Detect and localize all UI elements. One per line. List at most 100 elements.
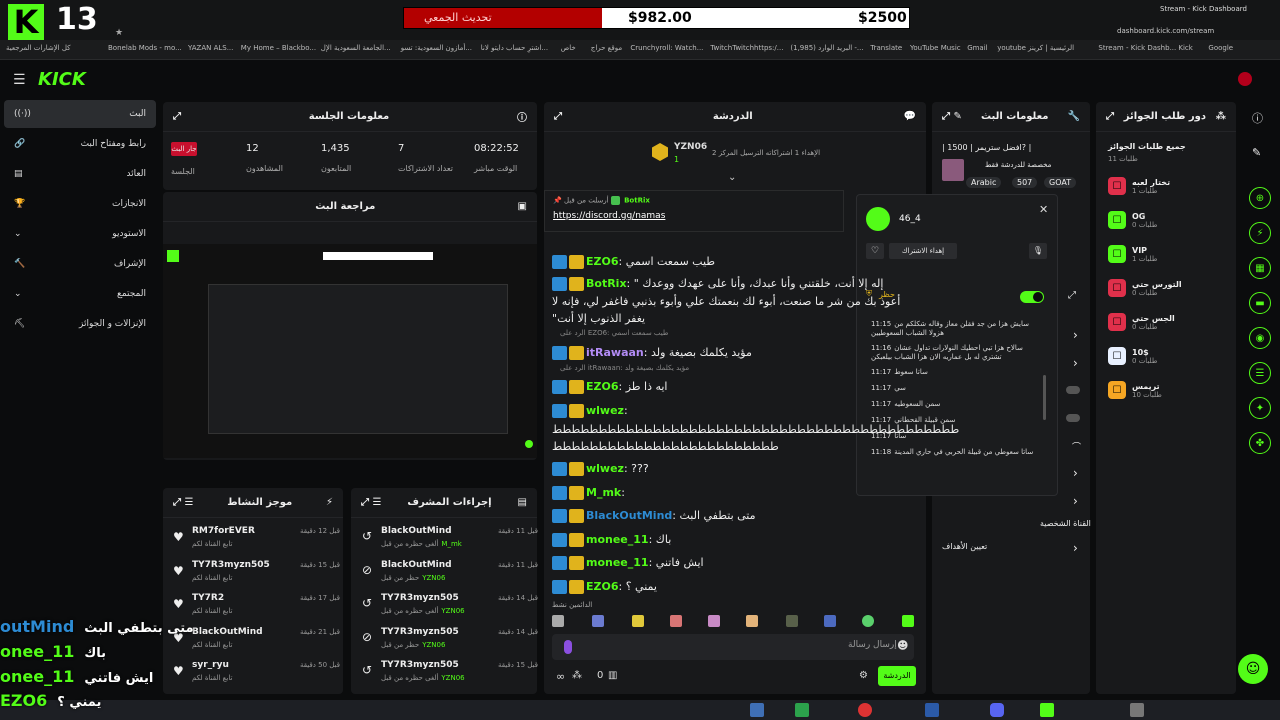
bookmark[interactable]: youtube — [997, 44, 1026, 52]
expand-icon[interactable]: ⤢ — [1106, 111, 1114, 122]
send-button[interactable]: الدردشة — [878, 666, 916, 686]
chatter-avatar[interactable] — [708, 615, 720, 627]
chevron-right-icon[interactable]: › — [1073, 541, 1078, 555]
discord-icon[interactable] — [990, 703, 1004, 717]
chat-message[interactable]: EZO6: يمني ؟ — [552, 580, 657, 594]
chat-username[interactable]: BotRix — [586, 277, 627, 290]
wrench-icon[interactable]: ✦ — [1249, 397, 1271, 419]
mute-icon[interactable]: 🎙 — [1029, 243, 1047, 259]
sub-user[interactable]: YZN06 — [674, 142, 707, 152]
stream-tag[interactable]: GOAT — [1044, 177, 1077, 188]
bookmark[interactable]: Google — [1208, 44, 1233, 52]
preview-icon[interactable]: ▣ — [518, 201, 527, 212]
activity-name[interactable]: RM7forEVER — [192, 526, 255, 536]
bookmark[interactable]: Stream - Kick Dashb... — [1098, 44, 1176, 52]
mod-target[interactable]: TY7R3myzn505 — [381, 627, 459, 637]
infinity-icon[interactable]: ∞ — [556, 670, 565, 683]
info-icon[interactable]: ⓘ — [1252, 110, 1263, 126]
mod-actor[interactable]: YZN06 — [441, 674, 464, 682]
chat-username[interactable]: itRawaan — [586, 346, 644, 359]
pencil-icon[interactable]: ✎ — [1252, 146, 1261, 159]
sidebar-item-5[interactable]: 🔨 الإشراف — [4, 250, 156, 278]
reward-item[interactable]: ☐ VIP 1 طلبات — [1108, 245, 1157, 263]
chat-message[interactable]: monee_11: ايش فاتني — [552, 556, 704, 570]
bookmark[interactable]: Translate — [870, 44, 902, 52]
chevron-right-icon[interactable]: › — [1073, 466, 1078, 480]
bookmark[interactable]: موقع حراج — [591, 44, 622, 52]
bookmark[interactable]: الرئيسية | كرينز — [1028, 44, 1074, 52]
bookmark[interactable]: الجامعة السعودية الإل... — [321, 44, 391, 52]
bookmark[interactable]: خاص — [561, 44, 576, 52]
app-icon[interactable] — [1040, 703, 1054, 717]
expand-icon[interactable]: ⤢ ✎ — [942, 111, 962, 122]
mod-target[interactable]: TY7R3myzn505 — [381, 593, 459, 603]
ban-toggle[interactable] — [1020, 291, 1044, 303]
app-icon[interactable] — [858, 703, 872, 717]
mod-target[interactable]: BlackOutMind — [381, 560, 452, 570]
reward-item[interactable]: ☐ التورس حتي 0 طلبات — [1108, 279, 1182, 297]
stream-preview[interactable] — [163, 244, 537, 458]
chat-username[interactable]: wlwez — [586, 462, 624, 475]
store-icon[interactable]: ▥ — [608, 670, 617, 681]
sidebar-item-7[interactable]: ⛏ الإنزالات و الجوائز — [4, 310, 156, 338]
help-icon[interactable]: ☺ — [1238, 654, 1268, 684]
stream-tag[interactable]: Arabic — [966, 177, 1002, 188]
mic-icon[interactable] — [564, 640, 572, 654]
sidebar-item-3[interactable]: 🏆 الانجازات — [4, 190, 156, 218]
mod-actor[interactable]: YZN06 — [422, 574, 445, 582]
chevron-right-icon[interactable]: › — [1073, 328, 1078, 342]
pinned-user[interactable]: BotRix — [624, 197, 650, 205]
chat-username[interactable]: M_mk — [586, 486, 621, 499]
gear-icon[interactable]: ⚙ — [859, 670, 868, 681]
emoji-icon[interactable]: ☻ — [897, 639, 908, 652]
reward-item[interactable]: ☐ الجس حتي 0 طلبات — [1108, 313, 1175, 331]
chat-username[interactable]: wlwez — [586, 404, 624, 417]
stream-tag[interactable]: 507 — [1012, 177, 1038, 188]
mod-actor[interactable]: M_mk — [441, 540, 461, 548]
sidebar-item-6[interactable]: ⌄ المجتمع — [4, 280, 156, 308]
chat-username[interactable]: EZO6 — [586, 380, 619, 393]
reward-item[interactable]: ☐ تريمس 10 طلبات — [1108, 381, 1162, 399]
heart-icon[interactable]: ♡ — [866, 243, 884, 259]
chat-input[interactable]: إرسال رسالة ☻ — [552, 634, 914, 660]
expand-icon[interactable]: ⤢ — [554, 111, 562, 122]
sidebar-item-2[interactable]: ▤ العائد — [4, 160, 156, 188]
chat-message[interactable]: wlwez: — [552, 404, 628, 418]
pinned-message[interactable]: 📌 أرسلت من قبل BotRix https://discord.gg… — [544, 190, 844, 232]
chat-icon[interactable]: ▬ — [1249, 292, 1271, 314]
activity-name[interactable]: TY7R2 — [192, 593, 224, 603]
bookmark[interactable]: Kick — [1178, 44, 1192, 52]
chat-message[interactable]: ططططططططططططططططططططططططط — [552, 440, 779, 453]
mod-actor[interactable]: YZN06 — [441, 607, 464, 615]
mod-target[interactable]: BlackOutMind — [381, 526, 452, 536]
info-icon[interactable]: ⓘ — [517, 109, 527, 124]
chat-message[interactable]: BlackOutMind: متى بتطفي البث — [552, 509, 756, 523]
bookmark[interactable]: (1,985) البريد الوارد -... — [790, 44, 863, 52]
chart-icon[interactable]: ⌒ — [1072, 440, 1081, 453]
chat-username[interactable]: EZO6 — [586, 255, 619, 268]
close-icon[interactable]: ✕ — [1039, 203, 1048, 216]
chevron-down-icon[interactable]: ⌄ — [728, 172, 736, 183]
chat-message[interactable]: EZO6: طيب سمعت اسمي — [552, 255, 715, 269]
expand-icon[interactable]: ⤢ — [173, 111, 181, 122]
chat-username[interactable]: monee_11 — [586, 556, 649, 569]
activity-name[interactable]: TY7R3myzn505 — [192, 560, 270, 570]
mod-target[interactable]: TY7R3myzn505 — [381, 660, 459, 670]
star-icon[interactable]: ★ — [115, 28, 123, 38]
bookmark[interactable]: TwitchTwitchhttps:/... — [710, 44, 783, 52]
gift-sub-button[interactable]: إهداء الاشتراك — [889, 243, 957, 259]
bookmark[interactable]: Gmail — [967, 44, 987, 52]
channel-label[interactable]: القناة الشخصية — [1040, 519, 1091, 528]
chevron-right-icon[interactable]: › — [1073, 356, 1078, 370]
app-icon[interactable] — [795, 703, 809, 717]
chat-message[interactable]: M_mk: — [552, 486, 625, 500]
expand-icon[interactable]: ⤢ ☰ — [173, 497, 193, 508]
chat-message[interactable]: wlwez: ??? — [552, 462, 649, 476]
bookmark[interactable]: Crunchyroll: Watch... — [630, 44, 703, 52]
chatter-avatar[interactable] — [670, 615, 682, 627]
pinned-link[interactable]: https://discord.gg/namas — [553, 211, 665, 221]
gift-icon[interactable]: ✤ — [1249, 432, 1271, 454]
expand-icon[interactable]: ⤢ — [1068, 290, 1076, 301]
goals-label[interactable]: تعيين الأهداف — [942, 542, 987, 551]
chatter-avatar[interactable] — [824, 615, 836, 627]
